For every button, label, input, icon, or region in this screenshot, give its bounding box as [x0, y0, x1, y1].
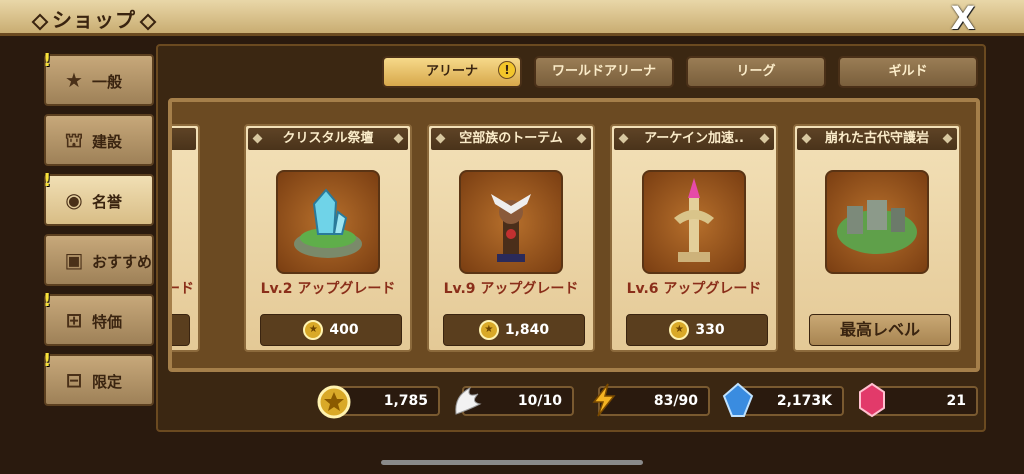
price-button[interactable]: ★ 400 [260, 314, 402, 346]
price-value: 330 [695, 322, 725, 338]
red-gem-icon [852, 380, 892, 420]
resource-value: 10/10 [517, 393, 562, 409]
resource-value: 21 [946, 393, 966, 409]
diamond-ornament-icon [393, 133, 404, 144]
item-card-header: アーケイン加速.. [614, 128, 774, 150]
item-name: アーケイン加速.. [644, 131, 744, 146]
tab-label: ギルド [888, 64, 928, 79]
price-button[interactable]: ★ 330 [626, 314, 768, 346]
blue-crystal-icon [718, 380, 758, 420]
price-value: 1,840 [504, 322, 550, 338]
sidebar-item-recommended[interactable]: ▣ おすすめ [44, 234, 154, 286]
resource-value: 83/90 [653, 393, 698, 409]
upgrade-label: Lv.6 アップグレード [626, 281, 762, 297]
sidebar-item-label: おすすめ [92, 253, 153, 271]
building-icon: ⛫ [64, 128, 84, 152]
item-card-partial[interactable]: レード [168, 124, 200, 352]
sidebar-item-label: 限定 [92, 373, 123, 391]
gift-box-icon: ▣ [64, 248, 84, 272]
arcane-tower-icon [642, 170, 746, 274]
item-card[interactable]: クリスタル祭壇 Lv.2 アップグレード ★ 400 [244, 124, 412, 352]
upgrade-label: レード [168, 281, 194, 297]
item-card-header: 空部族のトーテム [431, 128, 591, 150]
diamond-ornament-icon [801, 133, 812, 144]
page-title: ショップ [28, 4, 160, 33]
alert-icon: ! [43, 50, 52, 71]
tab-label: アリーナ [425, 64, 478, 79]
sidebar-item-general[interactable]: ! ★ 一般 [43, 50, 154, 106]
price-button[interactable]: ★ 1,840 [443, 314, 585, 346]
crystal-altar-icon [276, 170, 380, 274]
diamond-ornament-icon [31, 13, 49, 30]
tab-guild[interactable]: ギルド [838, 56, 978, 88]
diamond-ornament-icon [942, 133, 953, 144]
sidebar-item-building[interactable]: ⛫ 建設 [44, 114, 154, 166]
diamond-ornament-icon [252, 133, 263, 144]
totem-icon [459, 170, 563, 274]
diamond-ornament-icon [435, 133, 446, 144]
sidebar-item-label: 特価 [92, 313, 123, 331]
item-card-header: クリスタル祭壇 [248, 128, 408, 150]
sidebar-item-label: 建設 [92, 133, 123, 151]
upgrade-label: Lv.2 アップグレード [260, 281, 396, 297]
diamond-ornament-icon [576, 133, 587, 144]
alert-icon: ! [498, 61, 516, 79]
honor-coin-icon: ★ [303, 320, 324, 340]
medal-icon: ◉ [65, 188, 83, 212]
honor-coin-icon: ★ [669, 320, 690, 340]
tab-label: リーグ [736, 64, 776, 79]
item-card-header: 崩れた古代守護岩 [797, 128, 957, 150]
item-card[interactable]: 崩れた古代守護岩 最高レベル [793, 124, 961, 352]
item-name: クリスタル祭壇 [282, 131, 374, 146]
sidebar-item-label: 名誉 [92, 193, 123, 211]
resource-value: 2,173K [776, 393, 832, 409]
tab-arena[interactable]: アリーナ ! [382, 56, 522, 88]
diamond-ornament-icon [618, 133, 629, 144]
item-card[interactable]: 空部族のトーテム Lv.9 アップグレード ★ 1,840 [427, 124, 595, 352]
sidebar-item-honor[interactable]: ! ◉ 名誉 [43, 170, 154, 226]
price-button[interactable] [172, 314, 190, 346]
alert-icon: ! [43, 290, 52, 311]
ancient-rock-icon [825, 170, 929, 274]
item-name: 崩れた古代守護岩 [824, 131, 929, 146]
sidebar-item-special[interactable]: ! ⊞ 特価 [43, 290, 154, 346]
item-shelf[interactable]: レード クリスタル祭壇 Lv.2 アップグレード ★ 400 空部族のトーテム [168, 98, 980, 372]
chest-icon: ⊟ [65, 368, 83, 392]
sidebar-item-limited[interactable]: ! ⊟ 限定 [43, 350, 154, 406]
item-card[interactable]: アーケイン加速.. Lv.6 アップグレード ★ 330 [610, 124, 778, 352]
tab-label: ワールドアリーナ [551, 64, 656, 79]
item-card-header [172, 128, 196, 150]
honor-medal-icon [314, 380, 354, 420]
diamond-ornament-icon [759, 133, 770, 144]
upgrade-label: Lv.9 アップグレード [443, 281, 579, 297]
diamond-ornament-icon [139, 13, 157, 30]
lightning-icon [584, 380, 624, 420]
max-level-button[interactable]: 最高レベル [809, 314, 951, 346]
honor-coin-icon: ★ [478, 320, 499, 340]
item-name: 空部族のトーテム [459, 131, 563, 146]
title-bar: ショップ X [0, 0, 1024, 36]
price-value: 400 [329, 322, 359, 338]
star-icon: ★ [65, 68, 83, 92]
tab-world-arena[interactable]: ワールドアリーナ [534, 56, 674, 88]
alert-icon: ! [43, 350, 52, 371]
close-button[interactable]: X [946, 2, 980, 34]
present-icon: ⊞ [65, 308, 83, 332]
resource-value: 1,785 [383, 393, 428, 409]
alert-icon: ! [43, 170, 52, 191]
page-title-text: ショップ [52, 8, 136, 32]
tab-league[interactable]: リーグ [686, 56, 826, 88]
home-indicator[interactable] [381, 460, 643, 465]
sidebar-item-label: 一般 [92, 73, 123, 91]
wing-icon [448, 380, 488, 420]
